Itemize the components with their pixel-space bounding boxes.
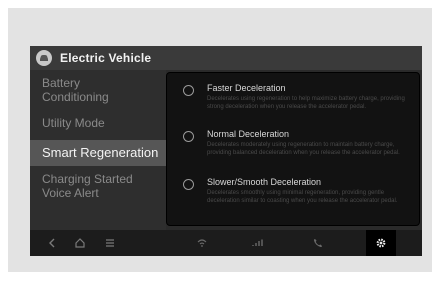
sidebar-item-utility-mode[interactable]: Utility Mode (30, 116, 166, 130)
option-title: Normal Deceleration (207, 129, 290, 139)
option-title: Slower/Smooth Deceleration (207, 177, 322, 187)
settings-gear-icon[interactable] (366, 230, 396, 256)
header-bar: Electric Vehicle (30, 46, 422, 70)
phone-icon[interactable] (306, 230, 330, 256)
settings-sidebar: Battery Conditioning Utility Mode Smart … (30, 70, 166, 230)
sidebar-item-label: Utility Mode (42, 116, 105, 130)
radio-button[interactable] (183, 131, 194, 142)
option-title: Faster Deceleration (207, 83, 286, 93)
bottom-nav-bar (30, 230, 422, 256)
menu-icon[interactable] (98, 230, 122, 256)
car-icon (36, 50, 52, 66)
option-description: Decelerates using regeneration to help m… (207, 96, 405, 110)
sidebar-item-smart-regeneration[interactable]: Smart Regeneration (30, 140, 166, 166)
option-description: Decelerates smoothly using minimal regen… (207, 190, 398, 204)
sidebar-item-label: Battery (42, 76, 81, 90)
sidebar-item-charging-started-voice-alert[interactable]: Charging Started Voice Alert (30, 172, 166, 200)
infotainment-screen: Electric Vehicle Battery Conditioning Ut… (30, 46, 422, 256)
page-title: Electric Vehicle (60, 51, 152, 65)
signal-icon (246, 230, 270, 256)
sidebar-item-label: Smart Regeneration (42, 145, 159, 160)
wifi-icon[interactable] (190, 230, 214, 256)
sidebar-item-label: Charging Started (42, 172, 133, 186)
home-icon[interactable] (68, 230, 92, 256)
back-icon[interactable] (40, 230, 64, 256)
regeneration-options-panel: Faster Deceleration Decelerates using re… (166, 72, 420, 226)
sidebar-item-label: Voice Alert (42, 186, 99, 200)
sidebar-item-label: Conditioning (42, 90, 109, 104)
radio-button[interactable] (183, 179, 194, 190)
radio-button[interactable] (183, 85, 194, 96)
sidebar-item-battery-conditioning[interactable]: Battery Conditioning (30, 76, 166, 104)
option-description: Decelerates moderately using regeneratio… (207, 142, 400, 156)
